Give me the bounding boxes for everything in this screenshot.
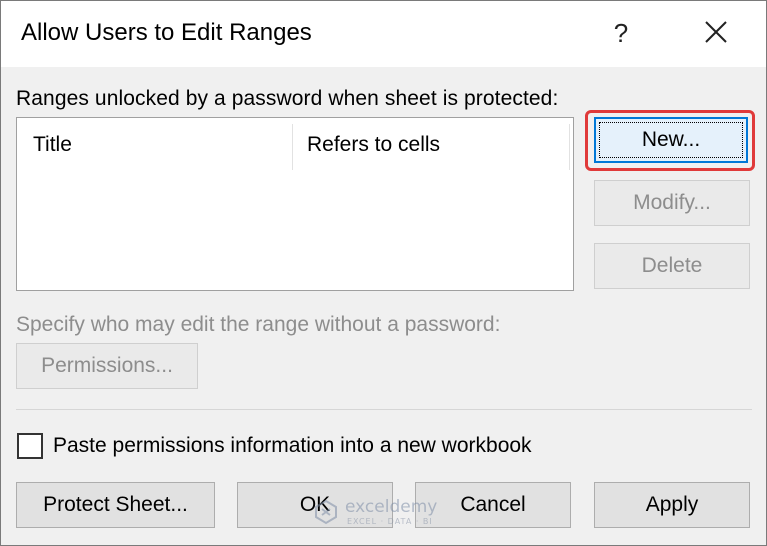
- dialog-title: Allow Users to Edit Ranges: [21, 19, 312, 46]
- ranges-list[interactable]: Title Refers to cells: [16, 117, 574, 291]
- paste-permissions-label[interactable]: Paste permissions information into a new…: [53, 434, 532, 458]
- cancel-button[interactable]: Cancel: [415, 482, 571, 528]
- new-button[interactable]: New...: [594, 117, 748, 163]
- paste-permissions-checkbox[interactable]: [17, 433, 43, 459]
- column-header-refers-to-cells[interactable]: Refers to cells: [293, 118, 569, 170]
- ok-button[interactable]: OK: [237, 482, 393, 528]
- permissions-button[interactable]: Permissions...: [16, 343, 198, 389]
- help-button[interactable]: ?: [601, 13, 641, 53]
- delete-button[interactable]: Delete: [594, 243, 750, 289]
- column-header-title[interactable]: Title: [17, 118, 292, 170]
- title-bar: Allow Users to Edit Ranges ?: [1, 1, 766, 67]
- apply-button[interactable]: Apply: [594, 482, 750, 528]
- close-icon: [705, 21, 727, 43]
- allow-users-edit-ranges-dialog: Allow Users to Edit Ranges ? Ranges unlo…: [0, 0, 767, 546]
- protect-sheet-button[interactable]: Protect Sheet...: [16, 482, 215, 528]
- separator: [16, 409, 752, 410]
- modify-button[interactable]: Modify...: [594, 180, 750, 226]
- close-button[interactable]: [691, 13, 741, 53]
- column-divider[interactable]: [569, 124, 570, 170]
- permissions-label: Specify who may edit the range without a…: [16, 313, 501, 336]
- ranges-section-label: Ranges unlocked by a password when sheet…: [16, 87, 559, 110]
- focus-rectangle: [599, 122, 743, 158]
